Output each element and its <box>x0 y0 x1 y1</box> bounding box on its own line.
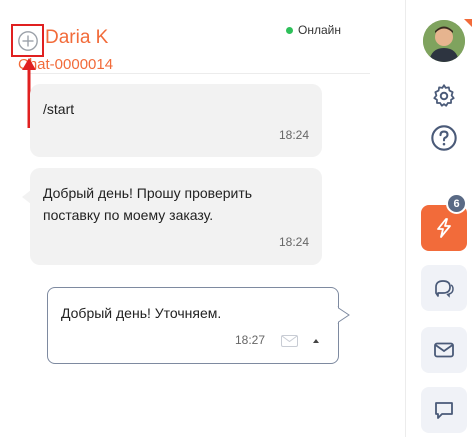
notification-badge: 6 <box>446 193 467 214</box>
email-channel-icon <box>281 335 298 347</box>
bubble-tail <box>22 190 31 204</box>
online-dot-icon <box>286 26 293 34</box>
plus-circle-icon <box>17 30 38 51</box>
message-text: Добрый день! Уточняем. <box>61 305 222 321</box>
user-avatar-icon <box>423 20 465 62</box>
settings-button[interactable] <box>424 76 464 116</box>
chat-icon <box>435 402 453 419</box>
mail-icon <box>434 342 454 358</box>
message-time: 18:27 <box>234 333 265 347</box>
message-text: Добрый день! Прошу проверить поставку по… <box>43 185 253 223</box>
sidebar-item-chats[interactable] <box>421 265 467 311</box>
gear-icon <box>433 84 455 107</box>
message-time: 18:24 <box>278 128 309 142</box>
message-bubble-outgoing: Добрый день! Уточняем. 18:27 <box>47 287 350 364</box>
lightning-icon <box>437 218 451 238</box>
expand-caret-icon[interactable] <box>313 339 319 343</box>
chat-header: Daria K Chat-0000014 Онлайн <box>0 0 405 75</box>
add-button[interactable] <box>11 24 44 57</box>
online-status: Онлайн <box>286 23 341 37</box>
help-button[interactable] <box>424 118 464 158</box>
bubble-tail <box>336 306 350 324</box>
header-divider <box>30 73 370 74</box>
sidebar-item-mail[interactable] <box>421 327 467 373</box>
avatar[interactable] <box>423 20 465 62</box>
chats-icon <box>435 280 454 298</box>
message-bubble-incoming: Добрый день! Прошу проверить поставку по… <box>22 168 322 265</box>
status-label: Онлайн <box>298 23 341 37</box>
message-time: 18:24 <box>278 235 309 249</box>
status-flag-icon <box>464 19 472 27</box>
message-text: /start <box>43 101 75 117</box>
right-sidebar: 6 <box>405 0 476 437</box>
message-bubble-incoming: /start 18:24 <box>30 84 322 157</box>
help-icon <box>431 125 457 151</box>
sidebar-item-chat[interactable] <box>421 387 467 433</box>
contact-name[interactable]: Daria K <box>45 27 108 49</box>
